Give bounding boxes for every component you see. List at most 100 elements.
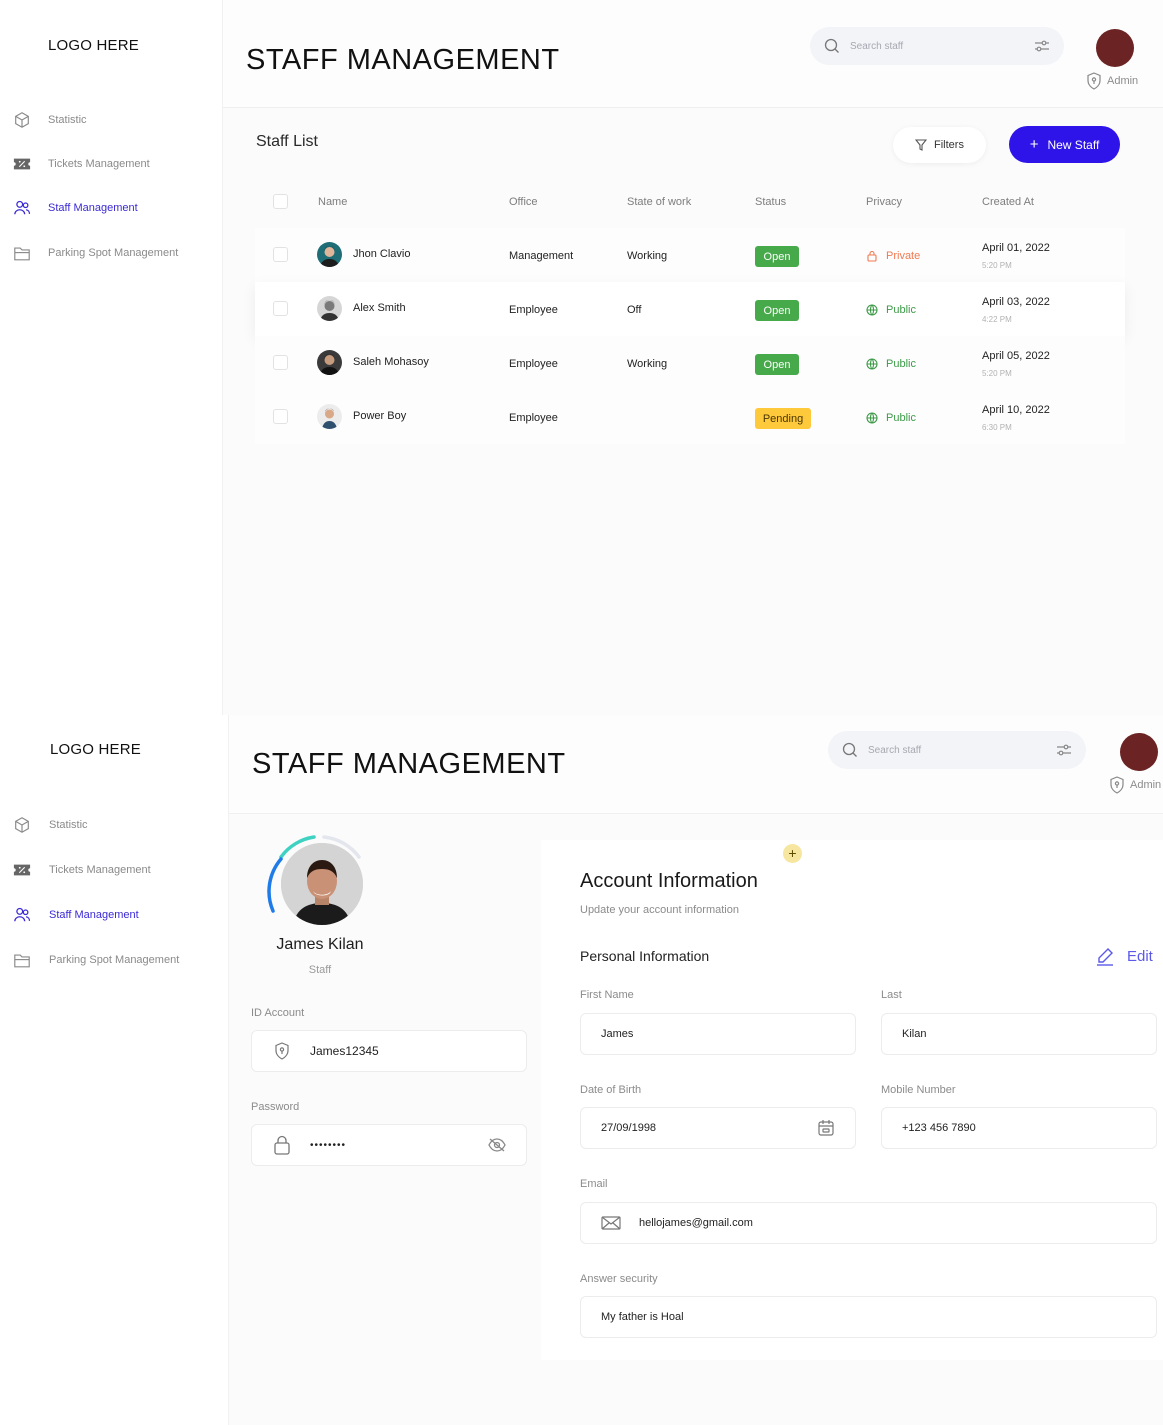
id-account-label: ID Account [251, 1007, 305, 1019]
table-row[interactable]: Power Boy Employee Pending Public April … [255, 390, 1125, 444]
sidebar-item-statistic[interactable]: Statistic [12, 815, 88, 835]
main-content: STAFF MANAGEMENT Search staff Admin Staf… [222, 0, 1163, 715]
select-all-checkbox[interactable] [273, 194, 288, 209]
shield-icon [1110, 776, 1124, 794]
column-header-state[interactable]: State of work [627, 196, 691, 208]
row-checkbox[interactable] [273, 301, 288, 316]
column-header-created[interactable]: Created At [982, 196, 1034, 208]
sidebar-item-parking[interactable]: Parking Spot Management [12, 950, 179, 970]
table-row[interactable]: Alex Smith Employee Off Open Public Apri… [255, 282, 1125, 336]
staff-name: Saleh Mohasoy [353, 356, 429, 368]
avatar [317, 296, 342, 321]
sidebar-item-staff[interactable]: Staff Management [12, 198, 138, 218]
privacy-label: Private [866, 250, 920, 262]
status-badge: Open [755, 300, 799, 321]
page-title: STAFF MANAGEMENT [246, 44, 560, 76]
edit-button[interactable]: Edit [1095, 946, 1153, 966]
avatar[interactable] [1096, 29, 1134, 67]
last-name-value: Kilan [902, 1028, 927, 1040]
id-account-value: James12345 [310, 1044, 379, 1058]
sidebar-item-tickets[interactable]: Tickets Management [12, 154, 150, 174]
page-title: STAFF MANAGEMENT [252, 748, 566, 780]
filters-button[interactable]: Filters [893, 127, 986, 163]
staff-state: Working [627, 250, 668, 262]
logo: LOGO HERE [48, 37, 139, 54]
calendar-icon[interactable] [817, 1119, 835, 1137]
first-name-field[interactable]: James [580, 1013, 856, 1055]
admin-label: Admin [1086, 72, 1138, 90]
search-placeholder: Search staff [850, 40, 904, 52]
sidebar-item-tickets[interactable]: Tickets Management [12, 860, 151, 880]
profile-name: James Kilan [276, 936, 364, 953]
staff-name: Alex Smith [353, 302, 406, 314]
created-time: 5:20 PM [982, 261, 1012, 270]
dob-value: 27/09/1998 [601, 1122, 657, 1134]
add-photo-button[interactable]: + [783, 844, 802, 863]
lock-icon [867, 250, 877, 262]
staff-name: Power Boy [353, 410, 407, 422]
sidebar-item-label: Statistic [48, 114, 87, 126]
avatar[interactable] [1120, 733, 1158, 771]
privacy-label: Public [866, 304, 916, 316]
status-badge: Open [755, 354, 799, 375]
search-icon [842, 742, 857, 757]
pencil-icon [1097, 948, 1113, 966]
search-input[interactable]: Search staff [810, 27, 1064, 65]
sidebar-item-staff[interactable]: Staff Management [12, 905, 139, 925]
staff-list-title: Staff List [256, 133, 318, 150]
column-header-privacy[interactable]: Privacy [866, 196, 902, 208]
plus-icon: + [1029, 136, 1039, 153]
last-name-field[interactable]: Kilan [881, 1013, 1157, 1055]
table-row[interactable]: Saleh Mohasoy Employee Working Open Publ… [255, 336, 1125, 390]
created-date: April 10, 2022 [982, 404, 1050, 416]
ticket-icon [12, 860, 32, 880]
filter-icon [915, 139, 928, 151]
password-field[interactable]: •••••••• [251, 1124, 527, 1166]
cube-icon [12, 110, 32, 130]
created-time: 5:20 PM [982, 369, 1012, 378]
column-header-office[interactable]: Office [509, 196, 538, 208]
column-header-name[interactable]: Name [318, 196, 347, 208]
dob-field[interactable]: 27/09/1998 [580, 1107, 856, 1149]
sidebar-item-parking[interactable]: Parking Spot Management [12, 243, 178, 263]
id-account-field[interactable]: James12345 [251, 1030, 527, 1072]
security-answer-field[interactable]: My father is Hoal [580, 1296, 1157, 1338]
row-checkbox[interactable] [273, 355, 288, 370]
privacy-label: Public [866, 412, 916, 424]
sidebar-item-statistic[interactable]: Statistic [12, 110, 87, 130]
staff-list-screen: LOGO HERE Statistic Tickets Management S… [0, 0, 1163, 715]
row-checkbox[interactable] [273, 409, 288, 424]
dob-label: Date of Birth [580, 1084, 642, 1096]
search-input[interactable]: Search staff [828, 731, 1086, 769]
last-name-label: Last [881, 989, 902, 1001]
sliders-icon[interactable] [1056, 744, 1072, 756]
sidebar-item-label: Parking Spot Management [48, 247, 179, 259]
email-label: Email [580, 1178, 608, 1190]
account-title: Account Information [580, 870, 758, 892]
mobile-label: Mobile Number [881, 1084, 956, 1096]
new-staff-button[interactable]: + New Staff [1009, 126, 1120, 163]
created-time: 6:30 PM [982, 423, 1012, 432]
row-checkbox[interactable] [273, 247, 288, 262]
email-value: hellojames@gmail.com [639, 1217, 753, 1229]
sliders-icon[interactable] [1034, 40, 1050, 52]
staff-office: Management [509, 250, 574, 262]
email-field[interactable]: hellojames@gmail.com [580, 1202, 1157, 1244]
eye-off-icon[interactable] [488, 1138, 506, 1152]
avatar [317, 404, 342, 429]
table-row[interactable]: Jhon Clavio Management Working Open Priv… [255, 228, 1125, 282]
globe-icon [866, 358, 878, 370]
sidebar-item-label: Tickets Management [48, 158, 150, 170]
shield-icon [1087, 72, 1101, 90]
mobile-field[interactable]: +123 456 7890 [881, 1107, 1157, 1149]
cube-icon [12, 815, 32, 835]
sidebar-item-label: Statistic [49, 819, 88, 831]
sidebar-item-label: Staff Management [49, 909, 139, 921]
column-header-status[interactable]: Status [755, 196, 786, 208]
mail-icon [601, 1213, 621, 1233]
ticket-icon [12, 154, 32, 174]
profile-photo[interactable] [281, 843, 363, 925]
sidebar: LOGO HERE Statistic Tickets Management S… [0, 715, 228, 1425]
created-date: April 03, 2022 [982, 296, 1050, 308]
avatar [317, 242, 342, 267]
